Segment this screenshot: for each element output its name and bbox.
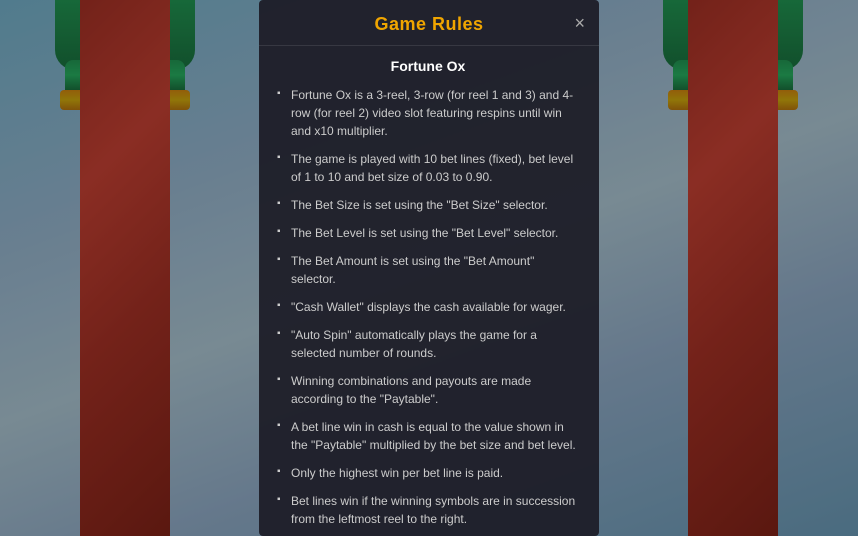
rule-item-9: A bet line win in cash is equal to the v…: [277, 418, 579, 454]
rule-item-5: The Bet Amount is set using the "Bet Amo…: [277, 252, 579, 288]
modal-header: Game Rules ×: [259, 0, 599, 46]
rule-item-1: Fortune Ox is a 3-reel, 3-row (for reel …: [277, 86, 579, 140]
rule-item-11: Bet lines win if the winning symbols are…: [277, 492, 579, 528]
modal-overlay: Game Rules × Fortune Ox Fortune Ox is a …: [0, 0, 858, 536]
rules-list: Fortune Ox is a 3-reel, 3-row (for reel …: [277, 86, 579, 536]
modal-title: Game Rules: [374, 14, 483, 34]
game-subtitle: Fortune Ox: [277, 58, 579, 74]
modal-body[interactable]: Fortune Ox Fortune Ox is a 3-reel, 3-row…: [259, 46, 599, 536]
rule-item-4: The Bet Level is set using the "Bet Leve…: [277, 224, 579, 242]
rule-item-10: Only the highest win per bet line is pai…: [277, 464, 579, 482]
rule-item-6: "Cash Wallet" displays the cash availabl…: [277, 298, 579, 316]
rule-item-3: The Bet Size is set using the "Bet Size"…: [277, 196, 579, 214]
rule-item-2: The game is played with 10 bet lines (fi…: [277, 150, 579, 186]
game-rules-modal: Game Rules × Fortune Ox Fortune Ox is a …: [259, 0, 599, 536]
close-button[interactable]: ×: [574, 14, 585, 32]
rule-item-8: Winning combinations and payouts are mad…: [277, 372, 579, 408]
rule-item-7: "Auto Spin" automatically plays the game…: [277, 326, 579, 362]
